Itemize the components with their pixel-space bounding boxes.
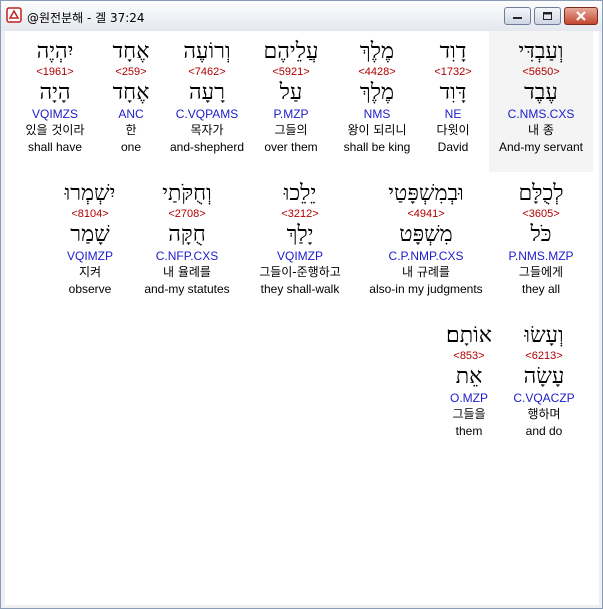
english-gloss: and do xyxy=(525,424,563,438)
word-cell[interactable]: וּבְמִשְׁפָּטַי <4941> מִשְׁפָּט C.P.NMP… xyxy=(361,181,491,297)
hebrew-lemma: אֵת xyxy=(455,364,483,389)
grammar-code: NMS xyxy=(363,107,391,121)
hebrew-word: אוֹתָם׃ xyxy=(446,323,492,348)
strong-number[interactable]: <5650> xyxy=(493,65,589,79)
minimize-icon xyxy=(513,17,522,19)
korean-gloss: 내 율례를 xyxy=(163,265,211,279)
korean-gloss: 그들을 xyxy=(452,407,486,421)
grammar-code: C.P.NMP.CXS xyxy=(388,249,464,263)
word-cell[interactable]: לְכֻלָּם <3605> כֹּל P.NMS.MZP 그들에게 they… xyxy=(493,181,589,297)
strong-number[interactable]: <1961> xyxy=(7,65,103,79)
hebrew-word: יֵלֵכוּ xyxy=(283,181,317,206)
hebrew-word: מֶלֶךְ xyxy=(359,39,395,64)
title-bar[interactable]: @원전분해 - 겔 37:24 xyxy=(1,1,602,31)
grammar-code: C.NFP.CXS xyxy=(155,249,219,263)
english-gloss: And-my servant xyxy=(498,140,584,154)
hebrew-word: עֲלֵיהֶם xyxy=(263,39,319,64)
english-gloss: shall be king xyxy=(343,140,411,154)
restore-icon xyxy=(543,12,552,20)
grammar-code: VQIMZS xyxy=(31,107,78,121)
hebrew-lemma: עֶבֶד xyxy=(524,80,558,105)
korean-gloss: 그들에게 xyxy=(518,265,564,279)
english-gloss: over them xyxy=(264,140,318,154)
hebrew-word: וְעַבְדִּי xyxy=(518,39,564,64)
english-gloss: and-my statutes xyxy=(144,282,230,296)
word-cell[interactable]: וְעָשׂוּ <6213> עָשָׂה C.VQACZP 행하며 and … xyxy=(499,323,589,439)
hebrew-word: וְחֻקֹּתַי xyxy=(162,181,212,206)
hebrew-word: וְעָשׂוּ xyxy=(524,323,564,348)
word-cell[interactable]: יִשְׁמְרוּ <8104> שָׁמַר VQIMZP 지켜 obser… xyxy=(47,181,133,297)
english-gloss: shall have xyxy=(27,140,83,154)
grammar-code: VQIMZP xyxy=(66,249,113,263)
hebrew-word: יִהְיֶה xyxy=(36,39,74,64)
strong-number[interactable]: <4428> xyxy=(329,65,425,79)
hebrew-lemma: שָׁמַר xyxy=(70,222,110,247)
word-cell[interactable]: מֶלֶךְ <4428> מֶלֶךְ NMS 왕이 되리니 shall be… xyxy=(329,39,425,155)
grammar-code: O.MZP xyxy=(450,391,488,405)
strong-number[interactable]: <2708> xyxy=(135,207,239,221)
hebrew-word: וּבְמִשְׁפָּטַי xyxy=(388,181,464,206)
hebrew-lemma: כֹּל xyxy=(530,222,552,247)
korean-gloss: 지켜 xyxy=(78,265,102,279)
hebrew-lemma: עָשָׂה xyxy=(523,364,565,389)
close-icon xyxy=(576,11,586,21)
word-cell[interactable]: אוֹתָם׃ <853> אֵת O.MZP 그들을 them xyxy=(429,323,509,439)
maximize-button[interactable] xyxy=(534,7,561,25)
word-cell[interactable]: וְחֻקֹּתַי <2708> חֻקָּה C.NFP.CXS 내 율례를… xyxy=(135,181,239,297)
word-cell[interactable]: יֵלֵכוּ <3212> יָלַךְ VQIMZP 그들이-준행하고 th… xyxy=(241,181,359,297)
strong-number[interactable]: <853> xyxy=(429,349,509,363)
word-cell[interactable]: יִהְיֶה <1961> הָיָה VQIMZS 있을 것이라 shall… xyxy=(7,39,103,155)
word-cell[interactable]: עֲלֵיהֶם <5921> עַל P.MZP 그들의 over them xyxy=(243,39,339,155)
word-analysis-panel: וְעַבְדִּי <5650> עֶבֶד C.NMS.CXS 내 종 An… xyxy=(5,31,599,605)
strong-number[interactable]: <8104> xyxy=(47,207,133,221)
english-gloss: also-in my judgments xyxy=(369,282,483,296)
window-title: @원전분해 - 겔 37:24 xyxy=(27,11,145,25)
korean-gloss: 그들의 xyxy=(274,123,308,137)
strong-number[interactable]: <3605> xyxy=(493,207,589,221)
grammar-code: C.VQACZP xyxy=(513,391,575,405)
strong-number[interactable]: <6213> xyxy=(499,349,589,363)
korean-gloss: 있을 것이라 xyxy=(25,123,85,137)
hebrew-word: לְכֻלָּם xyxy=(518,181,564,206)
close-button[interactable] xyxy=(564,7,598,25)
korean-gloss: 내 종 xyxy=(528,123,554,137)
grammar-code: C.NMS.CXS xyxy=(507,107,575,121)
hebrew-word: יִשְׁמְרוּ xyxy=(64,181,116,206)
strong-number[interactable]: <3212> xyxy=(241,207,359,221)
english-gloss: they shall-walk xyxy=(260,282,340,296)
grammar-code: VQIMZP xyxy=(276,249,323,263)
hebrew-lemma: מִשְׁפָּט xyxy=(399,222,453,247)
hebrew-lemma: יָלַךְ xyxy=(286,222,314,247)
korean-gloss: 왕이 되리니 xyxy=(347,123,407,137)
word-cell[interactable]: וְעַבְדִּי <5650> עֶבֶד C.NMS.CXS 내 종 An… xyxy=(493,39,589,155)
english-gloss: them xyxy=(455,424,483,438)
strong-number[interactable]: <5921> xyxy=(243,65,339,79)
korean-gloss: 내 규례를 xyxy=(402,265,450,279)
korean-gloss: 그들이-준행하고 xyxy=(259,265,341,279)
grammar-code: P.NMS.MZP xyxy=(508,249,574,263)
app-window: @원전분해 - 겔 37:24 וְעַבְדִּי <5650> עֶבֶד … xyxy=(0,0,603,609)
korean-gloss: 행하며 xyxy=(527,407,561,421)
grammar-code: P.MZP xyxy=(273,107,309,121)
english-gloss: they all xyxy=(521,282,561,296)
hebrew-lemma: עַל xyxy=(279,80,303,105)
strong-number[interactable]: <4941> xyxy=(361,207,491,221)
hebrew-lemma: מֶלֶךְ xyxy=(359,80,395,105)
hebrew-lemma: הָיָה xyxy=(39,80,71,105)
english-gloss: observe xyxy=(68,282,112,296)
minimize-button[interactable] xyxy=(504,7,531,25)
app-icon xyxy=(6,7,22,23)
hebrew-lemma: חֻקָּה xyxy=(168,222,206,247)
